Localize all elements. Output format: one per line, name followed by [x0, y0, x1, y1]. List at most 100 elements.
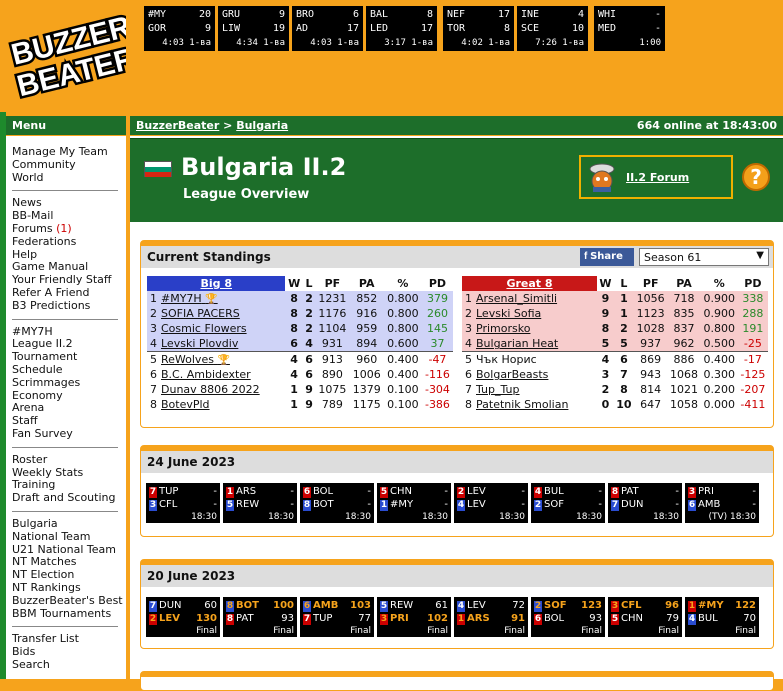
team-abbr: LIW — [222, 23, 241, 34]
league-forum-link[interactable]: II.2 Forum — [579, 155, 733, 199]
team-link[interactable]: Cosmic Flowers — [159, 321, 285, 336]
page-title: Bulgaria II.2 — [181, 153, 347, 181]
win-pct: 0.400 — [703, 353, 735, 367]
point-diff: 338 — [742, 292, 764, 306]
game-tile[interactable]: 5 CHN - 1 #MY - 18:30 — [377, 483, 451, 523]
game-tile[interactable]: 5 REW 61 3 PRI 102 Final — [377, 597, 451, 637]
share-label: Share — [590, 251, 623, 262]
conference-name[interactable]: Great 8 — [462, 276, 598, 291]
points-against: 1021 — [670, 383, 699, 397]
scoreboard-game[interactable]: INE 4 SCE 10 7:26 1-ва — [517, 6, 588, 51]
seed-badge: 8 — [303, 500, 311, 511]
team-link[interactable]: BotevPld — [159, 397, 285, 412]
game-tile[interactable]: 4 LEV 72 1 ARS 91 Final — [454, 597, 528, 637]
scoreboard-game[interactable]: NEF 17 TOR 8 4:02 1-ва — [443, 6, 514, 51]
facebook-share-button[interactable]: f Share — [580, 248, 634, 266]
points-against: 1006 — [352, 368, 381, 382]
team-link[interactable]: Levski Sofia — [474, 306, 597, 321]
game-tile[interactable]: 2 SOF 123 6 BOL 93 Final — [531, 597, 605, 637]
team-abbr: #MY — [698, 600, 724, 611]
wins: 4 — [290, 368, 298, 382]
game-tile[interactable]: 4 BUL - 2 SOF - 18:30 — [531, 483, 605, 523]
team-link[interactable]: Patetnik Smolian — [474, 397, 597, 412]
team-link[interactable]: ReWolves 🏆 — [159, 352, 285, 367]
menu-item[interactable]: World — [12, 171, 126, 185]
team-score: 72 — [512, 600, 525, 611]
points-for: 937 — [640, 337, 662, 351]
team-link[interactable]: Tup_Tup — [474, 382, 597, 397]
conference-name[interactable]: Big 8 — [147, 276, 286, 291]
team-link[interactable]: SOFIA PACERS — [159, 306, 285, 321]
game-time: Final — [196, 626, 217, 636]
breadcrumb-current-link[interactable]: Bulgaria — [236, 119, 288, 132]
wins: 4 — [601, 353, 610, 367]
team-link[interactable]: Чък Норис — [474, 352, 597, 367]
team-abbr: BRO — [296, 9, 315, 20]
team-link[interactable]: Levski Plovdiv — [159, 337, 285, 352]
menu-item-label: Training — [12, 478, 56, 492]
menu-item[interactable]: Search — [12, 658, 126, 672]
points-against: 835 — [673, 307, 695, 321]
game-tile[interactable]: 6 AMB 103 7 TUP 77 Final — [300, 597, 374, 637]
scoreboard-game[interactable]: #MY 20 GOR 9 4:03 1-ва — [144, 6, 215, 51]
menu-item[interactable]: Draft and Scouting — [12, 491, 126, 505]
game-team-row: 8 PAT - — [611, 485, 679, 498]
menu-item-label: Weekly Stats — [12, 465, 84, 479]
game-tile[interactable]: 2 LEV - 4 LEV - 18:30 — [454, 483, 528, 523]
menu-item-label: BuzzerBeater's Best — [12, 593, 123, 607]
game-tile[interactable]: 6 BOL - 8 BOT - 18:30 — [300, 483, 374, 523]
menu-item[interactable]: B3 Predictions — [12, 299, 126, 313]
season-select[interactable]: Season 61 ▼ — [639, 248, 769, 266]
game-tile[interactable]: 7 TUP - 3 CFL - 18:30 — [146, 483, 220, 523]
team-link[interactable]: BolgarBeasts — [474, 367, 597, 382]
column-header: L — [305, 277, 313, 290]
game-time: 18:30 — [268, 512, 294, 522]
menu-item[interactable]: Fan Survey — [12, 427, 126, 441]
game-team-row: 2 LEV 130 — [149, 612, 217, 625]
team-name: Levski Sofia — [476, 307, 542, 321]
seed-badge: 5 — [226, 500, 234, 511]
team-link[interactable]: Arsenal_Simitli — [474, 291, 597, 306]
schedule-date: 20 June 2023 — [141, 565, 773, 587]
game-tile[interactable]: 3 CFL 96 5 CHN 79 Final — [608, 597, 682, 637]
help-icon[interactable]: ? — [742, 163, 770, 191]
scoreboard-game[interactable]: BAL 8 LED 17 3:17 1-ва — [366, 6, 437, 51]
game-team-row: 1 ARS - — [226, 485, 294, 498]
win-pct: 0.200 — [703, 383, 735, 397]
table-row: 5 ReWolves 🏆 4 6 913 960 0.400 -47 — [147, 351, 453, 367]
team-link[interactable]: B.C. Ambidexter — [159, 367, 285, 382]
game-team-row: 4 LEV 72 — [457, 599, 525, 612]
standings-panel: Current Standings f Share Season 61 ▼ Big… — [140, 240, 774, 428]
game-tile[interactable]: 8 BOT 100 8 PAT 93 Final — [223, 597, 297, 637]
game-time: 18:30 — [422, 512, 448, 522]
team-score: 60 — [204, 600, 217, 611]
game-tile[interactable]: 1 #MY 122 4 BUL 70 Final — [685, 597, 759, 637]
team-link[interactable]: Primorsko — [474, 321, 597, 336]
game-tile[interactable]: 7 DUN 60 2 LEV 130 Final — [146, 597, 220, 637]
breadcrumb-root-link[interactable]: BuzzerBeater — [136, 119, 219, 132]
scoreboard-game[interactable]: GRU 9 LIW 19 4:34 1-ва — [218, 6, 289, 51]
team-link[interactable]: Dunav 8806 2022 — [159, 382, 285, 397]
team-link[interactable]: Bulgarian Heat — [474, 337, 597, 352]
scoreboard-game[interactable]: WHI - MED - 1:00 — [594, 6, 665, 51]
team-score: 4 — [577, 9, 584, 20]
buzzerbeater-logo[interactable]: BUZZER BEATER — [8, 12, 126, 102]
losses: 2 — [305, 322, 313, 336]
wins: 8 — [290, 307, 298, 321]
game-tile[interactable]: 3 PRI - 6 AMB - (TV) 18:30 — [685, 483, 759, 523]
scoreboard-game[interactable]: BRO 6 AD 17 4:03 1-ва — [292, 6, 363, 51]
team-link[interactable]: #MY7H 🏆 — [159, 291, 285, 306]
rank: 8 — [465, 398, 472, 412]
column-header: % — [397, 277, 409, 290]
seed-badge: 7 — [303, 614, 311, 625]
game-clock: 7:26 1-ва — [535, 38, 584, 48]
game-tile[interactable]: 1 ARS - 5 REW - 18:30 — [223, 483, 297, 523]
standings-title: Current Standings — [147, 250, 271, 264]
game-tile[interactable]: 8 PAT - 7 DUN - 18:30 — [608, 483, 682, 523]
team-score: - — [290, 499, 294, 510]
team-abbr: WHI — [598, 9, 617, 20]
menu-item-label: National Team — [12, 529, 91, 543]
team-name: #MY7H — [161, 292, 202, 306]
menu-item[interactable]: BBM Tournaments — [12, 607, 126, 621]
game-team-row: 7 TUP - — [149, 485, 217, 498]
